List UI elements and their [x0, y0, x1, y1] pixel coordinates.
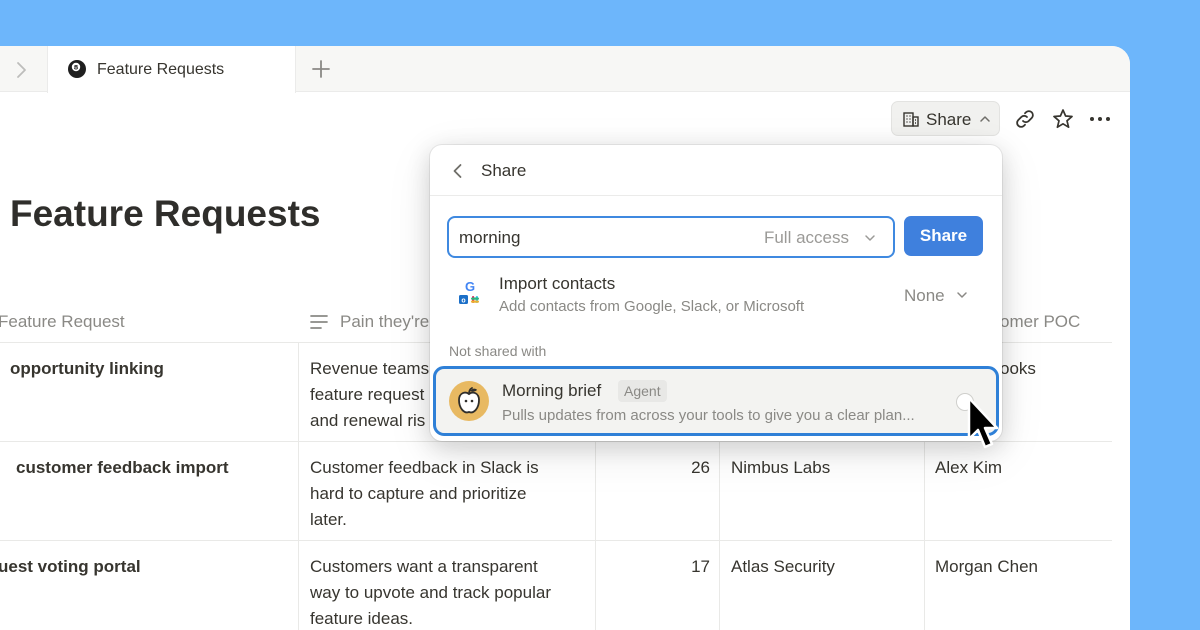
pain-line: way to upvote and track popular — [310, 583, 551, 602]
company-cell: Nimbus Labs — [731, 458, 831, 477]
cell-divider — [595, 541, 596, 630]
cell-divider — [719, 442, 720, 540]
table-row[interactable]: uest voting portal Customers want a tran… — [0, 541, 1112, 630]
eight-ball-icon: 8 — [67, 59, 87, 79]
pain-line: Customer feedback in Slack is — [310, 458, 539, 477]
svg-text:G: G — [465, 279, 475, 294]
column-header-pain[interactable]: Pain they're — [340, 312, 429, 332]
page-title: Feature Requests — [10, 193, 321, 234]
plus-icon[interactable] — [309, 57, 333, 81]
invite-search-input[interactable]: morning Full access — [447, 216, 895, 258]
cell-divider — [298, 541, 299, 630]
svg-text:o: o — [461, 297, 465, 304]
popover-title: Share — [481, 161, 527, 180]
cell-divider — [298, 442, 299, 540]
contacts-providers-icon: G o — [454, 278, 486, 310]
column-header-poc[interactable]: omer POC — [1000, 312, 1080, 332]
cell-divider — [719, 541, 720, 630]
pain-cell: Customer feedback in Slack is hard to ca… — [310, 455, 590, 533]
mouse-pointer-icon — [966, 395, 1002, 453]
apple-avatar-icon — [449, 381, 489, 421]
result-description: Pulls updates from across your tools to … — [502, 407, 915, 424]
import-contacts-subtitle: Add contacts from Google, Slack, or Micr… — [499, 298, 805, 315]
chevron-left-icon[interactable] — [448, 161, 468, 181]
pain-line: Customers want a transparent — [310, 557, 538, 576]
share-button-label: Share — [926, 110, 972, 129]
pain-line: feature ideas. — [310, 609, 414, 628]
pain-cell: Customers want a transparent way to upvo… — [310, 554, 590, 630]
poc-cell: Alex Kim — [935, 458, 1003, 477]
text-lines-icon — [309, 313, 329, 331]
table-row[interactable]: customer feedback import Customer feedba… — [0, 442, 1112, 541]
feature-cell: uest voting portal — [0, 557, 141, 576]
chevron-right-icon[interactable] — [10, 59, 32, 81]
poc-cell: Morgan Chen — [935, 557, 1039, 576]
tab-feature-requests[interactable]: 8 Feature Requests — [47, 46, 296, 93]
cell-divider — [595, 442, 596, 540]
poc-cell: ooks — [1000, 359, 1036, 378]
import-contacts-title[interactable]: Import contacts — [499, 274, 615, 294]
search-value: morning — [459, 228, 521, 247]
access-level-select[interactable]: Full access — [764, 228, 849, 248]
chevron-up-icon — [978, 112, 992, 126]
star-icon[interactable] — [1051, 107, 1075, 131]
import-permission-select[interactable]: None — [904, 286, 945, 306]
building-icon — [902, 110, 920, 128]
tab-title: Feature Requests — [97, 61, 225, 78]
feature-cell: opportunity linking — [10, 359, 164, 378]
cell-divider — [924, 442, 925, 540]
company-cell: Atlas Security — [731, 557, 835, 576]
pain-line: hard to capture and prioritize — [310, 484, 527, 503]
column-header-feature[interactable]: Feature Request — [0, 312, 125, 332]
share-popover: Share morning Full access Share G o Impo… — [430, 145, 1002, 441]
pain-line: later. — [310, 510, 347, 529]
cell-divider — [924, 541, 925, 630]
divider — [430, 195, 1002, 196]
cell-divider — [298, 343, 299, 441]
svg-text:8: 8 — [74, 64, 79, 72]
share-button[interactable]: Share — [891, 101, 1000, 136]
chevron-down-icon — [863, 231, 877, 245]
count-cell: 17 — [691, 557, 710, 576]
search-result-morning-brief[interactable]: Morning brief Agent Pulls updates from a… — [433, 366, 999, 436]
tab-bar: 8 Feature Requests — [0, 46, 1130, 93]
count-cell: 26 — [691, 458, 710, 477]
feature-cell: customer feedback import — [16, 458, 229, 477]
section-label: Not shared with — [449, 343, 547, 359]
result-name: Morning brief — [502, 381, 602, 400]
invite-share-button[interactable]: Share — [904, 216, 983, 256]
ellipsis-icon[interactable] — [1087, 107, 1113, 131]
agent-badge: Agent — [618, 380, 667, 402]
link-icon[interactable] — [1013, 107, 1037, 131]
chevron-down-icon — [955, 288, 969, 302]
